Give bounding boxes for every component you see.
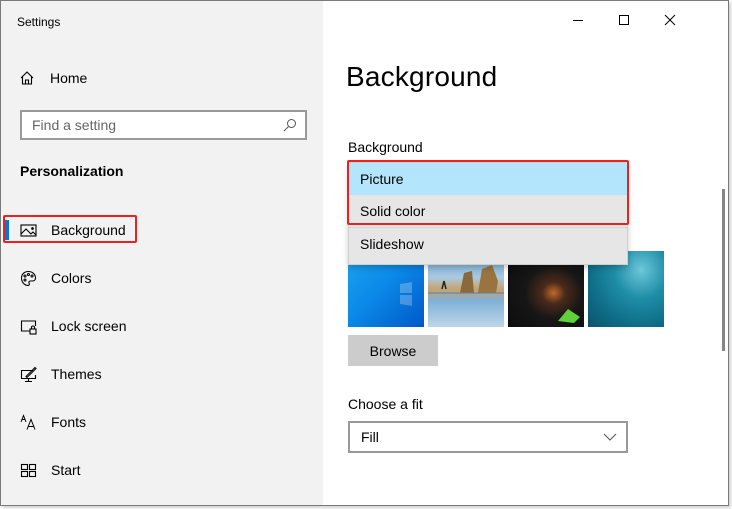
picture-icon — [20, 223, 37, 237]
close-button[interactable] — [647, 5, 693, 35]
background-dropdown-menu: Picture Solid color Slideshow — [348, 162, 628, 265]
fonts-icon — [20, 413, 36, 430]
sidebar-item-start[interactable]: Start — [1, 452, 321, 488]
sidebar-item-colors[interactable]: Colors — [1, 260, 321, 296]
nav-home-label: Home — [50, 70, 88, 86]
nav-home[interactable]: Home — [19, 67, 87, 89]
lock-screen-icon — [20, 319, 37, 335]
themes-icon — [20, 366, 37, 382]
minimize-button[interactable] — [555, 5, 601, 35]
chevron-down-icon — [603, 433, 617, 441]
search-placeholder: Find a setting — [32, 117, 117, 133]
dropdown-option-picture[interactable]: Picture — [349, 163, 627, 195]
search-icon — [283, 119, 296, 132]
section-title: Personalization — [20, 163, 124, 179]
maximize-button[interactable] — [601, 5, 647, 35]
sidebar-item-label: Start — [51, 462, 81, 478]
maximize-icon — [619, 15, 629, 25]
app-title: Settings — [17, 15, 61, 29]
sidebar: Settings Home Find a setting Personaliza… — [1, 1, 323, 505]
fit-label: Choose a fit — [348, 396, 423, 412]
sidebar-item-themes[interactable]: Themes — [1, 356, 321, 392]
sidebar-item-label: Background — [51, 222, 126, 238]
page-title: Background — [346, 61, 498, 92]
palette-icon — [20, 270, 37, 286]
dropdown-option-slideshow[interactable]: Slideshow — [349, 227, 627, 259]
home-icon — [20, 71, 34, 85]
settings-window: Settings Home Find a setting Personaliza… — [0, 0, 729, 506]
minimize-icon — [573, 20, 583, 21]
sidebar-item-lock-screen[interactable]: Lock screen — [1, 308, 321, 344]
browse-button[interactable]: Browse — [348, 335, 438, 366]
search-input[interactable]: Find a setting — [20, 110, 307, 140]
sidebar-item-label: Fonts — [51, 414, 87, 430]
sidebar-item-fonts[interactable]: Fonts — [1, 404, 321, 440]
fit-select[interactable]: Fill — [348, 421, 628, 453]
sidebar-item-label: Lock screen — [51, 318, 127, 334]
main-content: Background Background Browse Choose a fi… — [323, 1, 728, 505]
background-label: Background — [348, 139, 423, 155]
vertical-scrollbar[interactable] — [722, 189, 725, 351]
fit-value: Fill — [361, 429, 379, 445]
sidebar-item-label: Themes — [51, 366, 102, 382]
start-icon — [20, 463, 37, 477]
sidebar-item-background[interactable]: Background — [1, 212, 321, 248]
dropdown-option-solid-color[interactable]: Solid color — [349, 195, 627, 227]
sidebar-item-label: Colors — [51, 270, 92, 286]
close-icon — [664, 14, 676, 26]
selected-indicator — [5, 220, 9, 240]
